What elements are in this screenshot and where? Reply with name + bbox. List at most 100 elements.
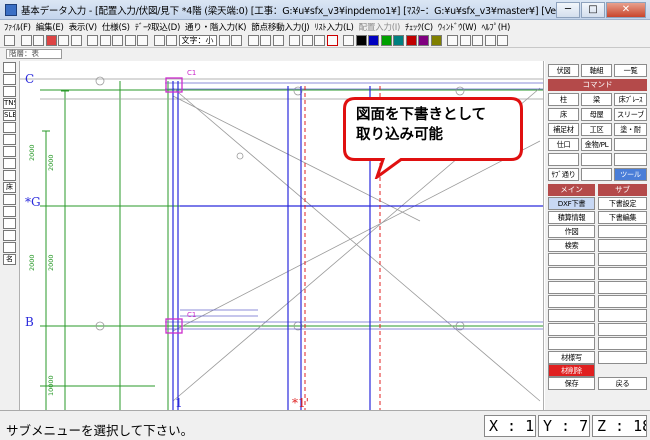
command-button-4-1[interactable] (581, 153, 612, 166)
command-button-5-2[interactable]: ツール (614, 168, 647, 181)
command-button-1-0[interactable]: 床 (548, 108, 579, 121)
rect-icon[interactable] (218, 35, 230, 46)
menu-item-9[interactable]: ﾁｪｯｸ(C) (405, 21, 433, 33)
left-tool-13[interactable] (3, 218, 16, 229)
sub-empty-9[interactable] (598, 323, 647, 336)
color-swatch-1[interactable] (368, 35, 379, 46)
menu-item-3[interactable]: 仕様(S) (102, 21, 130, 33)
menu-item-6[interactable]: 節点移動入力(J) (251, 21, 309, 33)
save-button[interactable]: 保存 (548, 377, 595, 390)
command-button-5-1[interactable] (581, 168, 612, 181)
main-empty-4[interactable] (548, 253, 595, 266)
frame-icon[interactable] (326, 35, 338, 46)
sub-empty-11[interactable] (598, 351, 647, 364)
monitor-icon[interactable] (484, 35, 496, 46)
text-icon[interactable] (153, 35, 165, 46)
drawing-canvas[interactable]: C *G B 1 *1' C1 C1 2000 2000 2000 2000 1… (20, 61, 544, 410)
main-empty-10[interactable] (548, 337, 595, 350)
left-tool-2[interactable] (3, 86, 16, 97)
measure-icon[interactable] (272, 35, 284, 46)
menu-item-1[interactable]: 編集(E) (36, 21, 64, 33)
main-item-3[interactable]: 検索 (548, 239, 595, 252)
zoom-all-icon[interactable] (124, 35, 136, 46)
command-button-5-0[interactable]: ｻﾌﾞ通り (548, 168, 579, 181)
preview-icon[interactable] (459, 35, 471, 46)
save-icon[interactable] (4, 35, 15, 46)
menu-item-11[interactable]: ﾍﾙﾌﾟ(H) (481, 21, 510, 33)
command-button-4-0[interactable] (548, 153, 579, 166)
left-tool-3[interactable]: TNS (3, 98, 16, 109)
color-swatch-5[interactable] (418, 35, 429, 46)
color-swatch-2[interactable] (380, 35, 392, 46)
all-color-icon[interactable] (343, 35, 354, 46)
left-tool-5[interactable] (3, 122, 16, 133)
text-size-select[interactable]: 文字：小 (178, 35, 217, 46)
help-icon[interactable] (497, 35, 508, 46)
main-empty-9[interactable] (548, 323, 595, 336)
sub-empty-8[interactable] (598, 309, 647, 322)
main-item-0[interactable]: DXF下書 (548, 197, 595, 210)
sub-empty-4[interactable] (598, 253, 647, 266)
command-button-0-0[interactable]: 柱 (548, 93, 579, 106)
command-button-0-2[interactable]: 床ﾌﾞﾚｰｽ (614, 93, 647, 106)
sub-item-1[interactable]: 下書編集 (598, 211, 647, 224)
main-empty-5[interactable] (548, 267, 595, 280)
arc-icon[interactable] (231, 35, 242, 46)
refresh-icon[interactable] (58, 35, 69, 46)
polyline-icon[interactable] (260, 35, 271, 46)
menu-item-0[interactable]: ﾌｧｲﾙ(F) (4, 21, 31, 33)
left-tool-12[interactable] (3, 206, 16, 217)
command-button-2-2[interactable]: 塗・耐 (614, 123, 647, 136)
left-tool-1[interactable] (3, 74, 16, 85)
main-empty-6[interactable] (548, 281, 595, 294)
bottom-item-1[interactable]: 材削除 (548, 364, 595, 377)
left-tool-10[interactable]: 床 (3, 182, 16, 193)
color-swatch-0[interactable] (355, 35, 367, 46)
fill-icon[interactable] (166, 35, 177, 46)
left-tool-7[interactable] (3, 146, 16, 157)
back-button[interactable]: 戻る (598, 377, 647, 390)
command-button-2-1[interactable]: 工区 (581, 123, 612, 136)
command-button-3-1[interactable]: 金物/PL (581, 138, 612, 151)
left-tool-9[interactable] (3, 170, 16, 181)
cross-icon[interactable] (301, 35, 313, 46)
print-icon[interactable] (447, 35, 458, 46)
stop-icon[interactable] (45, 35, 57, 46)
main-item-1[interactable]: 積算情報 (548, 211, 595, 224)
jikugumi-button[interactable]: 軸組 (581, 64, 612, 77)
left-tool-6[interactable] (3, 134, 16, 145)
left-tool-14[interactable] (3, 230, 16, 241)
left-tool-4[interactable]: SLB (3, 110, 16, 121)
menu-item-8[interactable]: 配置入力(I) (359, 21, 401, 33)
sub-empty-2[interactable] (598, 225, 647, 238)
sub-empty-6[interactable] (598, 281, 647, 294)
main-empty-8[interactable] (548, 309, 595, 322)
command-button-2-0[interactable]: 補足材 (548, 123, 579, 136)
grid-icon[interactable] (87, 35, 98, 46)
snap-icon[interactable] (289, 35, 300, 46)
zoom-icon[interactable] (112, 35, 123, 46)
clock-icon[interactable] (472, 35, 483, 46)
line-icon[interactable] (247, 35, 259, 46)
pan-icon[interactable] (137, 35, 148, 46)
sub-item-0[interactable]: 下書設定 (598, 197, 647, 210)
color-swatch-3[interactable] (393, 35, 404, 46)
left-tool-8[interactable] (3, 158, 16, 169)
command-button-3-2[interactable] (614, 138, 647, 151)
sub-empty-10[interactable] (598, 337, 647, 350)
left-tool-0[interactable] (3, 62, 16, 73)
command-button-0-1[interactable]: 梁 (581, 93, 612, 106)
command-button-3-0[interactable]: 仕口 (548, 138, 579, 151)
command-button-1-2[interactable]: スリーブ (614, 108, 647, 121)
sub-empty-5[interactable] (598, 267, 647, 280)
left-tool-15[interactable] (3, 242, 16, 253)
menu-item-10[interactable]: ｳｨﾝﾄﾞｳ(W) (438, 21, 477, 33)
minimize-button[interactable]: ─ (556, 1, 580, 18)
menu-item-2[interactable]: 表示(V) (69, 21, 98, 33)
main-empty-7[interactable] (548, 295, 595, 308)
layer-select[interactable]: 階層：表 (6, 49, 62, 59)
close-button[interactable]: ✕ (606, 1, 646, 18)
menu-item-5[interactable]: 通り・階入力(K) (185, 21, 247, 33)
sub-empty-3[interactable] (598, 239, 647, 252)
left-tool-11[interactable] (3, 194, 16, 205)
